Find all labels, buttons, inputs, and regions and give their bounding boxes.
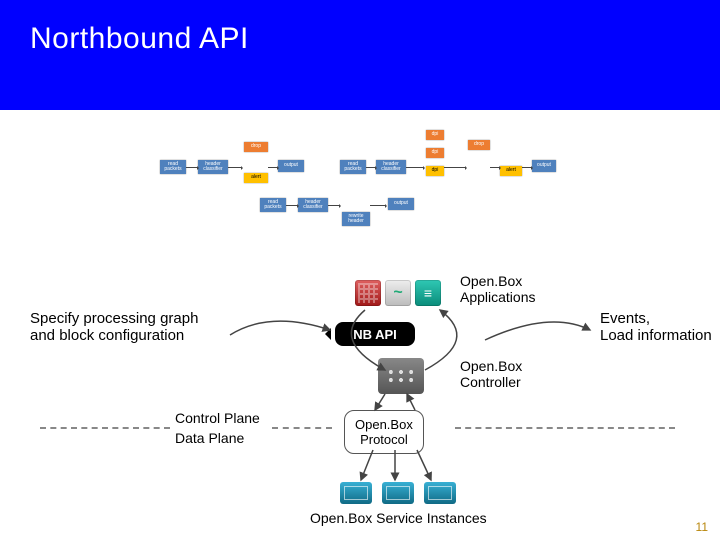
block-read: read packets xyxy=(160,160,186,174)
proc-graph-a: read packets header classifier drop aler… xyxy=(160,135,330,190)
label-control-plane: Control Plane xyxy=(175,410,260,426)
service-instance-icon xyxy=(424,482,456,504)
service-instance-icon xyxy=(382,482,414,504)
label-data-plane: Data Plane xyxy=(175,430,244,446)
plane-divider-right xyxy=(455,427,675,429)
plane-divider-left xyxy=(40,427,170,429)
block-dpi: dpi xyxy=(426,148,444,158)
block-dpi-top: dpi xyxy=(426,130,444,140)
plane-divider-mid-l xyxy=(272,427,332,429)
block-output: output xyxy=(532,160,556,172)
diagram-stage: read packets header classifier drop aler… xyxy=(0,110,720,540)
block-drop: drop xyxy=(244,142,268,152)
block-output: output xyxy=(388,198,414,210)
block-drop: drop xyxy=(468,140,490,150)
instances-cluster xyxy=(340,482,456,504)
block-hcls: header classifier xyxy=(376,160,406,174)
block-hcls: header classifier xyxy=(198,160,228,174)
block-rewrite: rewrite header xyxy=(342,212,370,226)
service-instance-icon xyxy=(340,482,372,504)
label-specify: Specify processing graph and block confi… xyxy=(30,310,230,344)
proc-graph-b: read packets header classifier dpi dpi d… xyxy=(340,130,560,190)
proc-graph-c: read packets header classifier rewrite h… xyxy=(260,190,450,230)
block-read: read packets xyxy=(340,160,366,174)
block-read: read packets xyxy=(260,198,286,212)
block-dpi-y: dpi xyxy=(426,166,444,176)
block-hcls: header classifier xyxy=(298,198,328,212)
block-alert: alert xyxy=(500,166,522,176)
page-title: Northbound API xyxy=(30,22,690,56)
block-output: output xyxy=(278,160,304,172)
page-number: 11 xyxy=(696,520,708,534)
title-banner: Northbound API xyxy=(0,0,720,110)
label-instances: Open.Box Service Instances xyxy=(310,510,487,526)
block-alert: alert xyxy=(244,173,268,183)
